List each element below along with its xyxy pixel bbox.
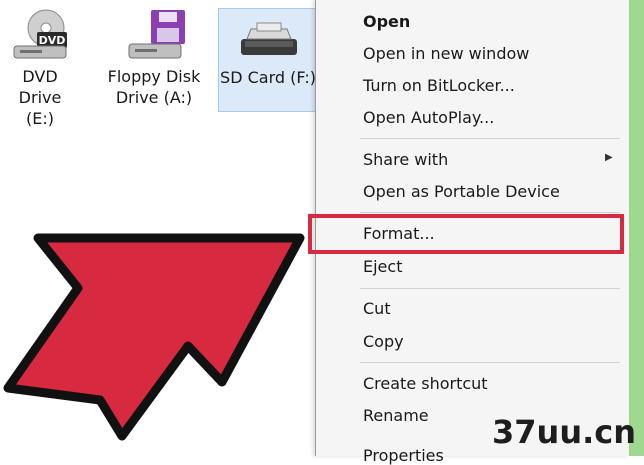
watermark-text: 37uu.cn: [492, 413, 636, 451]
red-arrow-icon: [3, 233, 305, 441]
